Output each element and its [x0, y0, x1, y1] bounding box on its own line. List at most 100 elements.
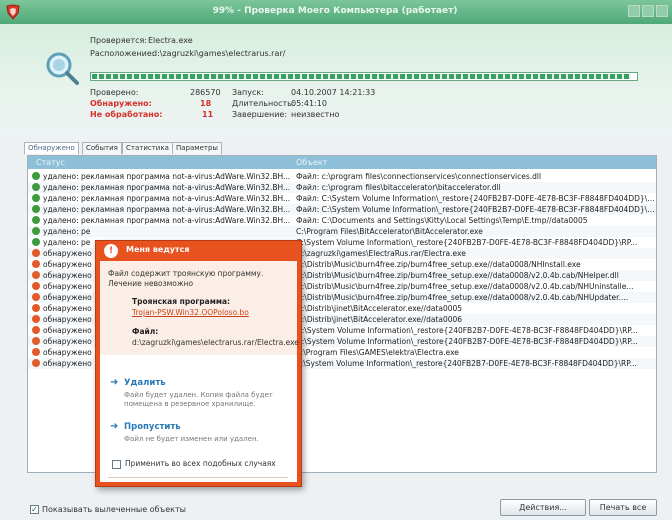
table-row[interactable]: удалено: рекламная программа not-a-virus… [28, 193, 656, 204]
kaspersky-scan-window: 99% - Проверка Моего Компьютера (работае… [0, 0, 672, 520]
detected-label: Обнаружено: [90, 99, 152, 108]
row-object: Файл: C:\Documents and Settings\Kitty\Lo… [296, 216, 588, 225]
row-status: удалено: рекламная программа not-a-virus… [43, 216, 291, 225]
row-object: E:\System Volume Information\_restore{24… [296, 359, 637, 368]
row-object: Файл: c:\program files\bitaccelerator\bi… [296, 183, 501, 192]
row-object: D:\Distrib\Music\burn4free.zip/burn4free… [296, 260, 581, 269]
row-object: D:\Distrib\jinet\BitAccelerator.exe//dat… [296, 315, 463, 324]
launch-value: 04.10.2007 14:21:33 [291, 88, 376, 97]
scan-status-panel: Проверяется: Electra.exe Расположение: d… [0, 24, 672, 140]
scan-progress-fill [92, 74, 631, 79]
removed-status-icon [32, 205, 40, 213]
row-object: Файл: C:\System Volume Information\_rest… [296, 194, 656, 203]
window-title: 99% - Проверка Моего Компьютера (работае… [212, 6, 458, 16]
row-object: D:\Distrib\jinet\BitAccelerator.exe//dat… [296, 304, 463, 313]
alert-icon: ! [104, 244, 118, 258]
table-row[interactable]: удалено: рекламная программа not-a-virus… [28, 171, 656, 182]
row-object: C:\System Volume Information\_restore{24… [296, 238, 638, 247]
show-neutralized-checkbox[interactable]: ✓ [30, 505, 39, 514]
threat-status-icon [32, 304, 40, 312]
table-row[interactable]: удалено: рекламная программа not-a-virus… [28, 204, 656, 215]
launch-label: Запуск: [232, 88, 264, 97]
row-object: D:\Distrib\Music\burn4free.zip/burn4free… [296, 271, 619, 280]
row-status: удалено: ре [43, 227, 91, 236]
end-label: Завершение: [232, 110, 288, 119]
removed-status-icon [32, 194, 40, 202]
skip-description: Файл не будет изменен или удален. [124, 435, 259, 443]
kaspersky-logo-icon [6, 4, 20, 20]
threat-status-icon [32, 315, 40, 323]
arrow-right-icon: ➜ [110, 421, 119, 432]
print-all-button[interactable]: Печать все [589, 499, 657, 516]
dialog-message: Файл содержит троянскую программу. Лечен… [108, 269, 264, 288]
location-value: d:\zagruzki\games\electrarus.rar/ [152, 49, 286, 58]
column-header-status[interactable]: Статус [36, 158, 65, 167]
row-object: D:\Distrib\Music\burn4free.zip/burn4free… [296, 293, 629, 302]
row-object: C:\Program Files\BitAccelerator\BitAccel… [296, 227, 483, 236]
maximize-button[interactable] [642, 5, 654, 17]
row-object: D:\System Volume Information\_restore{24… [296, 337, 638, 346]
removed-status-icon [32, 238, 40, 246]
minimize-button[interactable] [628, 5, 640, 17]
duration-value: 05:41:10 [291, 99, 327, 108]
tab-events[interactable]: События [82, 142, 122, 154]
close-button[interactable] [656, 5, 668, 17]
row-object: D:\zagruzki\games\ElectraRus.rar/Electra… [296, 249, 466, 258]
row-status: удалено: рекламная программа not-a-virus… [43, 172, 291, 181]
actions-button[interactable]: Действия... [500, 499, 586, 516]
delete-action[interactable]: Удалить [124, 378, 166, 388]
skip-action[interactable]: Пропустить [124, 422, 181, 432]
threat-status-icon [32, 260, 40, 268]
removed-status-icon [32, 183, 40, 191]
threat-status-icon [32, 326, 40, 334]
threat-status-icon [32, 359, 40, 367]
magnifier-scan-icon [46, 52, 79, 85]
removed-status-icon [32, 216, 40, 224]
show-neutralized-label[interactable]: Показывать вылеченные объекты [42, 505, 186, 514]
checked-value: 286570 [190, 88, 221, 97]
threat-status-icon [32, 282, 40, 290]
title-bar[interactable]: 99% - Проверка Моего Компьютера (работае… [0, 0, 672, 24]
threat-status-icon [32, 249, 40, 257]
trojan-alert-dialog: ! Меня ведутся Файл содержит троянскую п… [95, 240, 302, 487]
table-row[interactable]: удалено: рекламная программа not-a-virus… [28, 215, 656, 226]
table-row[interactable]: удалено: рекламная программа not-a-virus… [28, 182, 656, 193]
detected-value: 18 [200, 99, 212, 108]
unprocessed-value: 11 [202, 110, 214, 119]
apply-all-checkbox[interactable] [112, 460, 121, 469]
row-status: удалено: рекламная программа not-a-virus… [43, 205, 291, 214]
end-value: неизвестно [291, 110, 340, 119]
threat-status-icon [32, 337, 40, 345]
checked-label: Проверено: [90, 88, 139, 97]
tab-statistics[interactable]: Статистика [122, 142, 173, 154]
file-label: Файл: [132, 327, 159, 336]
dialog-body: Файл содержит троянскую программу. Лечен… [100, 261, 299, 482]
column-header-object[interactable]: Объект [296, 158, 327, 167]
row-object: D:\Distrib\Music\burn4free.zip/burn4free… [296, 282, 634, 291]
unprocessed-label: Не обработано: [90, 110, 163, 119]
table-row[interactable]: удалено: ре C:\Program Files\BitAccelerat… [28, 226, 656, 237]
table-header: Статус Объект [28, 156, 656, 169]
scan-progress-bar [90, 72, 638, 81]
file-path: d:\zagruzki\games\electrarus.rar/Electra… [132, 338, 299, 347]
tab-detected[interactable]: Обнаружено [24, 142, 79, 154]
dialog-divider [108, 477, 288, 478]
location-label: Расположение: [90, 49, 155, 58]
removed-status-icon [32, 227, 40, 235]
row-object: Файл: C:\System Volume Information\_rest… [296, 205, 656, 214]
row-object: D:\System Volume Information\_restore{24… [296, 326, 638, 335]
duration-label: Длительность: [232, 99, 295, 108]
trojan-label: Троянская программа: [132, 297, 231, 306]
threat-status-icon [32, 348, 40, 356]
threat-status-icon [32, 293, 40, 301]
row-status: удалено: рекламная программа not-a-virus… [43, 183, 291, 192]
dialog-title: Меня ведутся [126, 245, 190, 254]
arrow-right-icon: ➜ [110, 377, 119, 388]
row-status: удалено: рекламная программа not-a-virus… [43, 194, 291, 203]
tab-parameters[interactable]: Параметры [172, 142, 222, 154]
delete-description: Файл будет удален. Копия файла будет пом… [124, 391, 273, 408]
trojan-name-link[interactable]: Trojan-PSW.Win32.OOPoloso.bo [132, 308, 249, 318]
checking-value: Electra.exe [148, 36, 193, 45]
apply-all-label[interactable]: Применить во всех подобных случаях [125, 459, 276, 469]
threat-status-icon [32, 271, 40, 279]
